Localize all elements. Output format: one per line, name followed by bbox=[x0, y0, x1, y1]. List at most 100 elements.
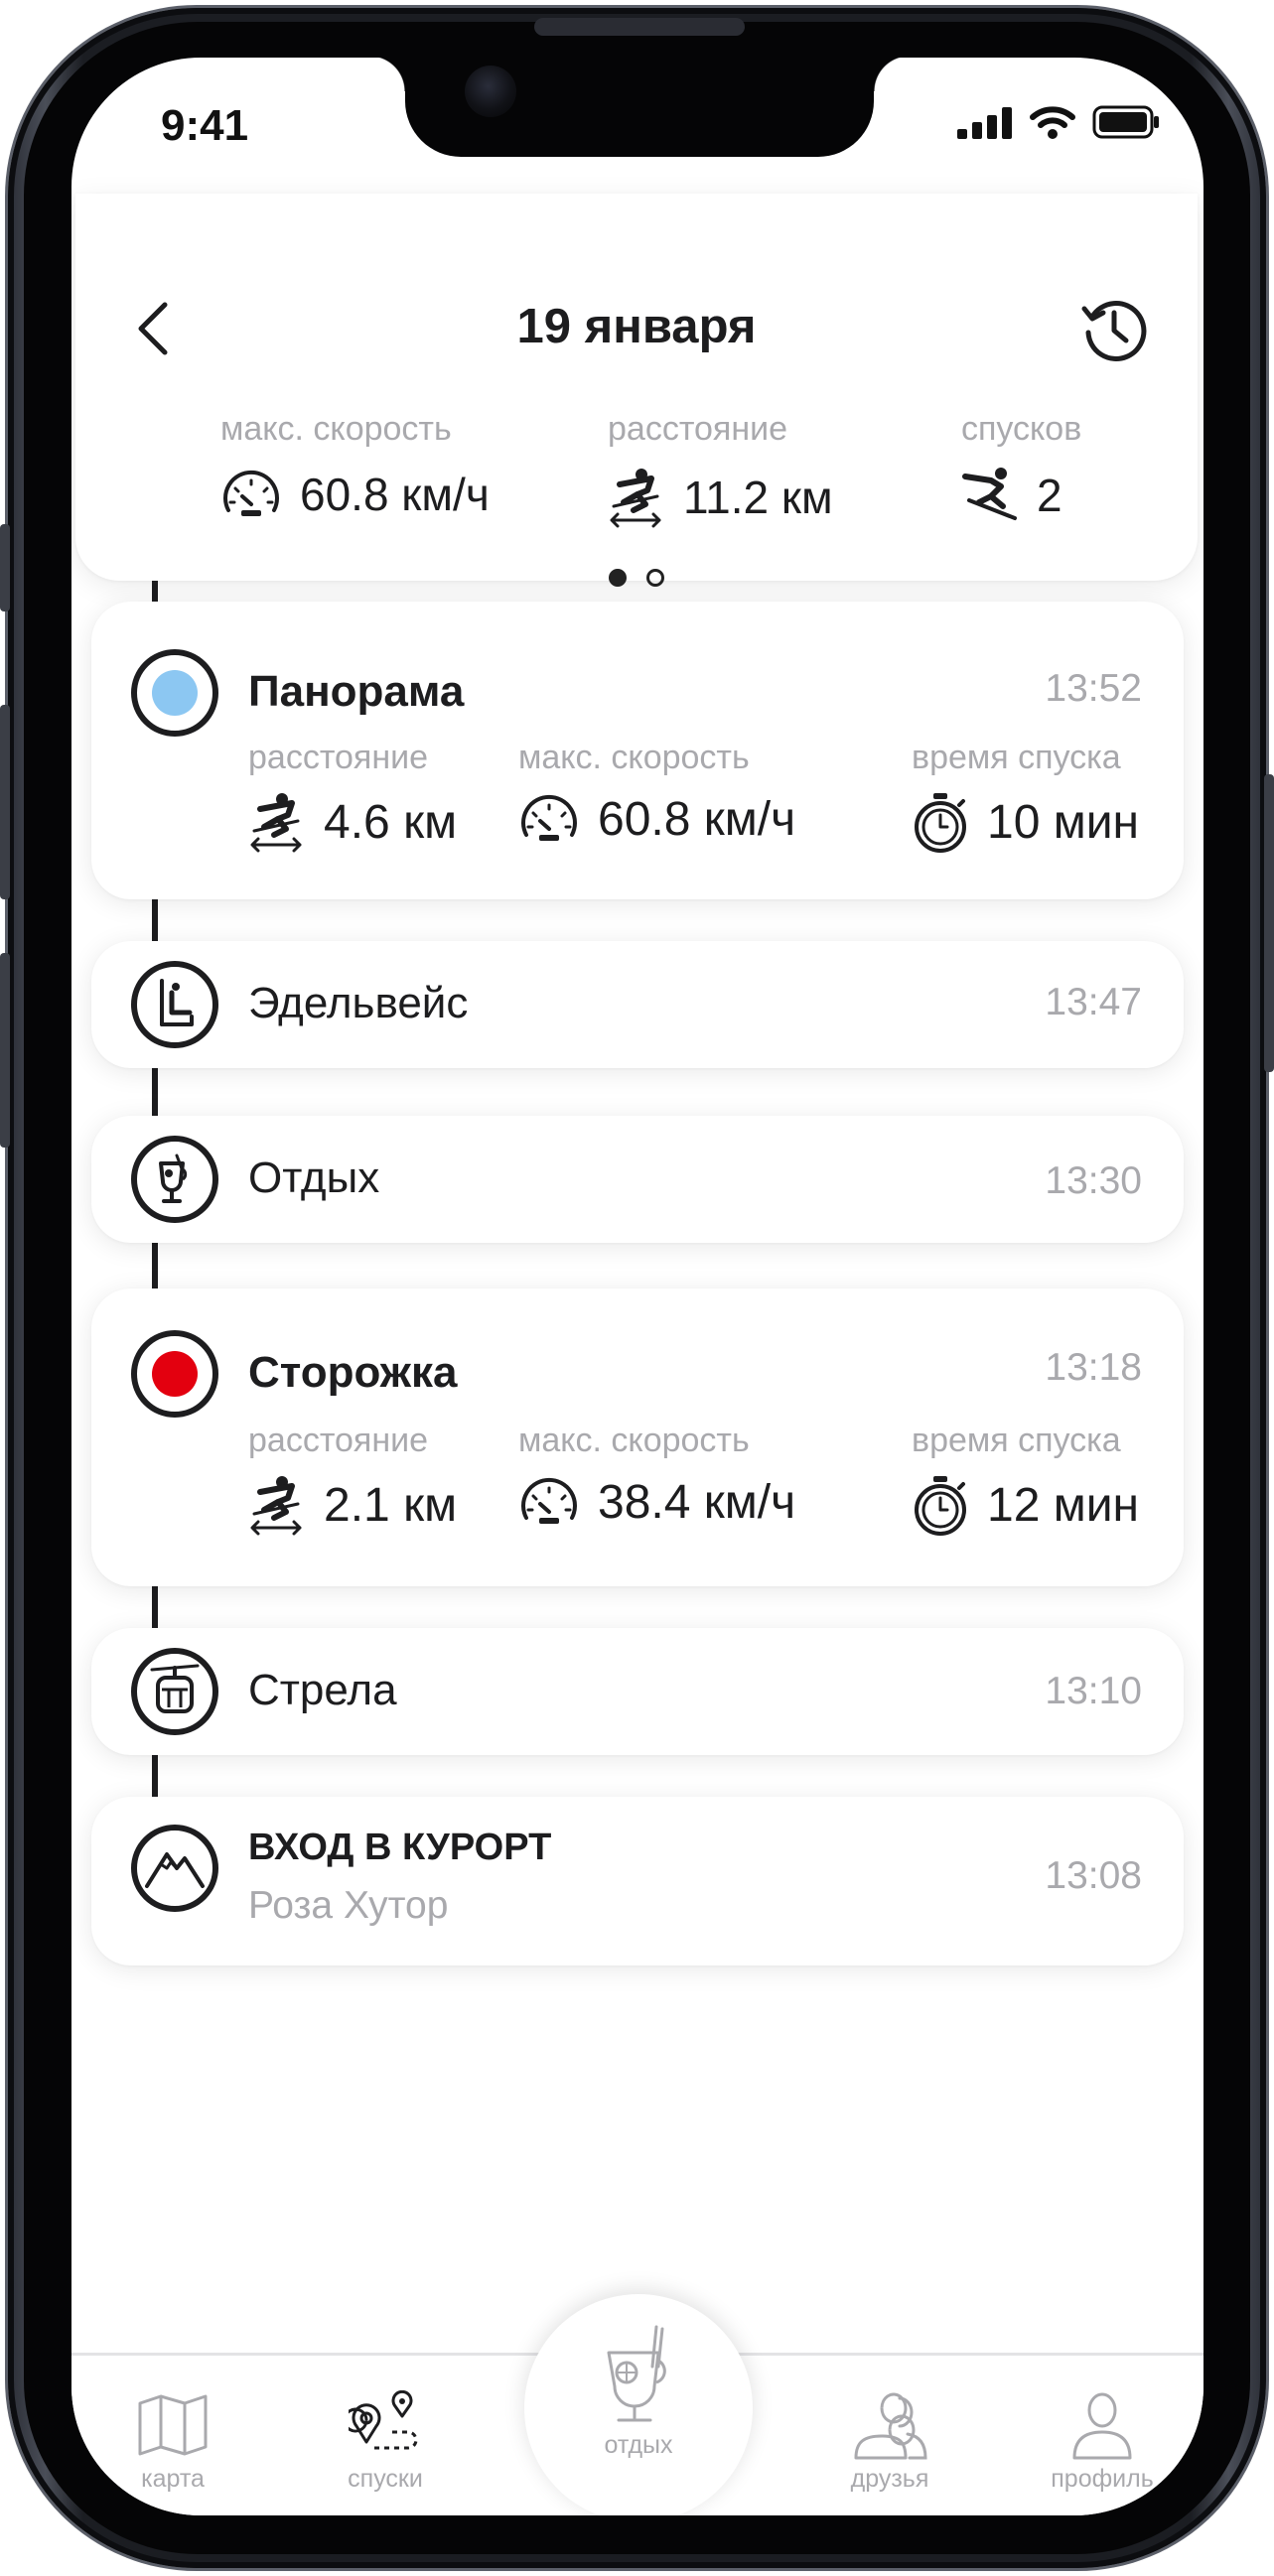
run-title: Панорама bbox=[248, 667, 465, 716]
run-title: Сторожка bbox=[248, 1348, 458, 1397]
skier-downhill-icon bbox=[962, 468, 1017, 520]
metric-label: время спуска bbox=[912, 1422, 1121, 1459]
mute-switch bbox=[0, 524, 10, 611]
metric-label: макс. скорость bbox=[518, 739, 750, 776]
map-icon bbox=[138, 2394, 208, 2456]
lift-card-edelweiss[interactable]: Эдельвейс 13:47 bbox=[91, 941, 1184, 1068]
power-button bbox=[1264, 774, 1274, 1072]
wifi-icon bbox=[1030, 106, 1075, 139]
stat-runs: спусков 2 bbox=[961, 410, 1081, 524]
volume-up-button bbox=[0, 705, 10, 899]
metric-label: макс. скорость bbox=[518, 1422, 750, 1459]
rest-title: Отдых bbox=[248, 1153, 380, 1202]
stat-label: макс. скорость bbox=[220, 410, 452, 448]
rest-card[interactable]: Отдых 13:30 bbox=[91, 1116, 1184, 1243]
stat-label: расстояние bbox=[608, 410, 788, 448]
entry-title: ВХОД В КУРОРТ bbox=[248, 1827, 552, 1868]
tab-label: друзья bbox=[850, 2465, 929, 2493]
gondola-icon bbox=[150, 1664, 200, 1713]
pager-dot-active[interactable] bbox=[609, 569, 627, 587]
skier-icon bbox=[250, 1476, 302, 1536]
metric-value: 4.6 км bbox=[324, 795, 458, 849]
entry-marker bbox=[131, 1825, 218, 1912]
run-marker bbox=[131, 1330, 218, 1418]
metric-descent-time: время спуска 10 мин bbox=[912, 739, 1139, 853]
status-time: 9:41 bbox=[161, 101, 249, 150]
run-card-storozhka[interactable]: Сторожка 13:18 расстояние 2.1 км макс. с… bbox=[91, 1288, 1184, 1586]
metric-value: 2.1 км bbox=[324, 1478, 458, 1532]
lift-time: 13:10 bbox=[1045, 1670, 1142, 1712]
lift-time: 13:47 bbox=[1045, 981, 1142, 1023]
run-color-dot bbox=[152, 1351, 198, 1397]
day-summary-header: 19 января макс. скорость 60.8 км/ч расст… bbox=[75, 194, 1198, 587]
lift-marker bbox=[131, 961, 218, 1048]
tab-label: спуски bbox=[348, 2465, 423, 2493]
lift-card-strela[interactable]: Стрела 13:10 bbox=[91, 1628, 1184, 1755]
stat-value: 60.8 км/ч bbox=[300, 469, 490, 520]
resort-entry-card[interactable]: ВХОД В КУРОРТ Роза Хутор 13:08 bbox=[91, 1797, 1184, 1966]
tab-label: отдых bbox=[604, 2431, 673, 2459]
pager-dot[interactable] bbox=[646, 569, 664, 587]
metric-distance: расстояние 4.6 км bbox=[248, 739, 457, 853]
pager-dots[interactable] bbox=[75, 569, 1198, 587]
skier-icon bbox=[250, 793, 302, 853]
tab-label: профиль bbox=[1051, 2465, 1154, 2493]
metric-label: расстояние bbox=[248, 1422, 429, 1459]
run-marker bbox=[131, 649, 218, 737]
cellular-signal-icon bbox=[957, 107, 1012, 139]
stat-max-speed: макс. скорость 60.8 км/ч bbox=[220, 410, 490, 522]
metric-value: 10 мин bbox=[987, 795, 1140, 849]
run-time: 13:18 bbox=[1045, 1346, 1142, 1389]
metric-max-speed: макс. скорость 38.4 км/ч bbox=[518, 1422, 795, 1530]
history-icon[interactable] bbox=[1078, 293, 1150, 364]
tab-runs[interactable]: спуски bbox=[296, 2356, 475, 2505]
phone-frame: 9:41 19 января макс. скорость 60.8 км/ч … bbox=[0, 0, 1274, 2576]
earpiece-speaker bbox=[534, 18, 745, 36]
mulled-wine-icon bbox=[159, 1153, 188, 1203]
mulled-wine-icon bbox=[607, 2325, 666, 2422]
tab-label: карта bbox=[141, 2465, 205, 2493]
run-card-panorama[interactable]: Панорама 13:52 расстояние 4.6 км макс. с… bbox=[91, 602, 1184, 899]
metric-value: 12 мин bbox=[987, 1478, 1140, 1532]
metric-max-speed: макс. скорость 60.8 км/ч bbox=[518, 739, 795, 847]
tab-profile[interactable]: профиль bbox=[1013, 2356, 1192, 2505]
metric-distance: расстояние 2.1 км bbox=[248, 1422, 457, 1536]
route-icon bbox=[349, 2390, 418, 2450]
stopwatch-icon bbox=[915, 793, 966, 853]
lift-title: Стрела bbox=[248, 1666, 397, 1714]
mountain-icon bbox=[145, 1852, 205, 1888]
metric-value: 38.4 км/ч bbox=[598, 1475, 796, 1529]
tab-friends[interactable]: друзья bbox=[800, 2356, 979, 2505]
screen: 9:41 19 января макс. скорость 60.8 км/ч … bbox=[71, 58, 1203, 2515]
rest-time: 13:30 bbox=[1045, 1159, 1142, 1202]
lift-marker bbox=[131, 1648, 218, 1735]
profile-icon bbox=[1072, 2392, 1132, 2460]
page-title: 19 января bbox=[516, 300, 757, 353]
speedometer-icon bbox=[223, 470, 279, 516]
stat-value: 2 bbox=[1037, 470, 1062, 521]
battery-icon bbox=[1092, 105, 1159, 139]
metric-label: время спуска bbox=[912, 739, 1121, 776]
stat-value: 11.2 км bbox=[683, 472, 833, 523]
stopwatch-icon bbox=[915, 1476, 966, 1536]
speedometer-icon bbox=[521, 794, 577, 841]
volume-down-button bbox=[0, 953, 10, 1148]
status-icons bbox=[957, 105, 1160, 139]
tab-map[interactable]: карта bbox=[83, 2356, 262, 2505]
entry-time: 13:08 bbox=[1045, 1854, 1142, 1897]
stat-label: спусков bbox=[961, 410, 1082, 448]
run-color-dot bbox=[152, 670, 198, 716]
lift-title: Эдельвейс bbox=[248, 979, 469, 1027]
run-time: 13:52 bbox=[1045, 667, 1142, 710]
metric-value: 60.8 км/ч bbox=[598, 792, 796, 846]
tab-rest[interactable]: отдых bbox=[524, 2294, 753, 2515]
stat-distance: расстояние 11.2 км bbox=[608, 410, 833, 528]
front-camera bbox=[465, 66, 516, 117]
metric-label: расстояние bbox=[248, 739, 429, 776]
speedometer-icon bbox=[521, 1477, 577, 1524]
skier-icon bbox=[610, 469, 661, 528]
entry-subtitle: Роза Хутор bbox=[248, 1884, 449, 1927]
rest-marker bbox=[131, 1136, 218, 1223]
friends-icon bbox=[854, 2392, 927, 2460]
notch bbox=[369, 58, 910, 157]
